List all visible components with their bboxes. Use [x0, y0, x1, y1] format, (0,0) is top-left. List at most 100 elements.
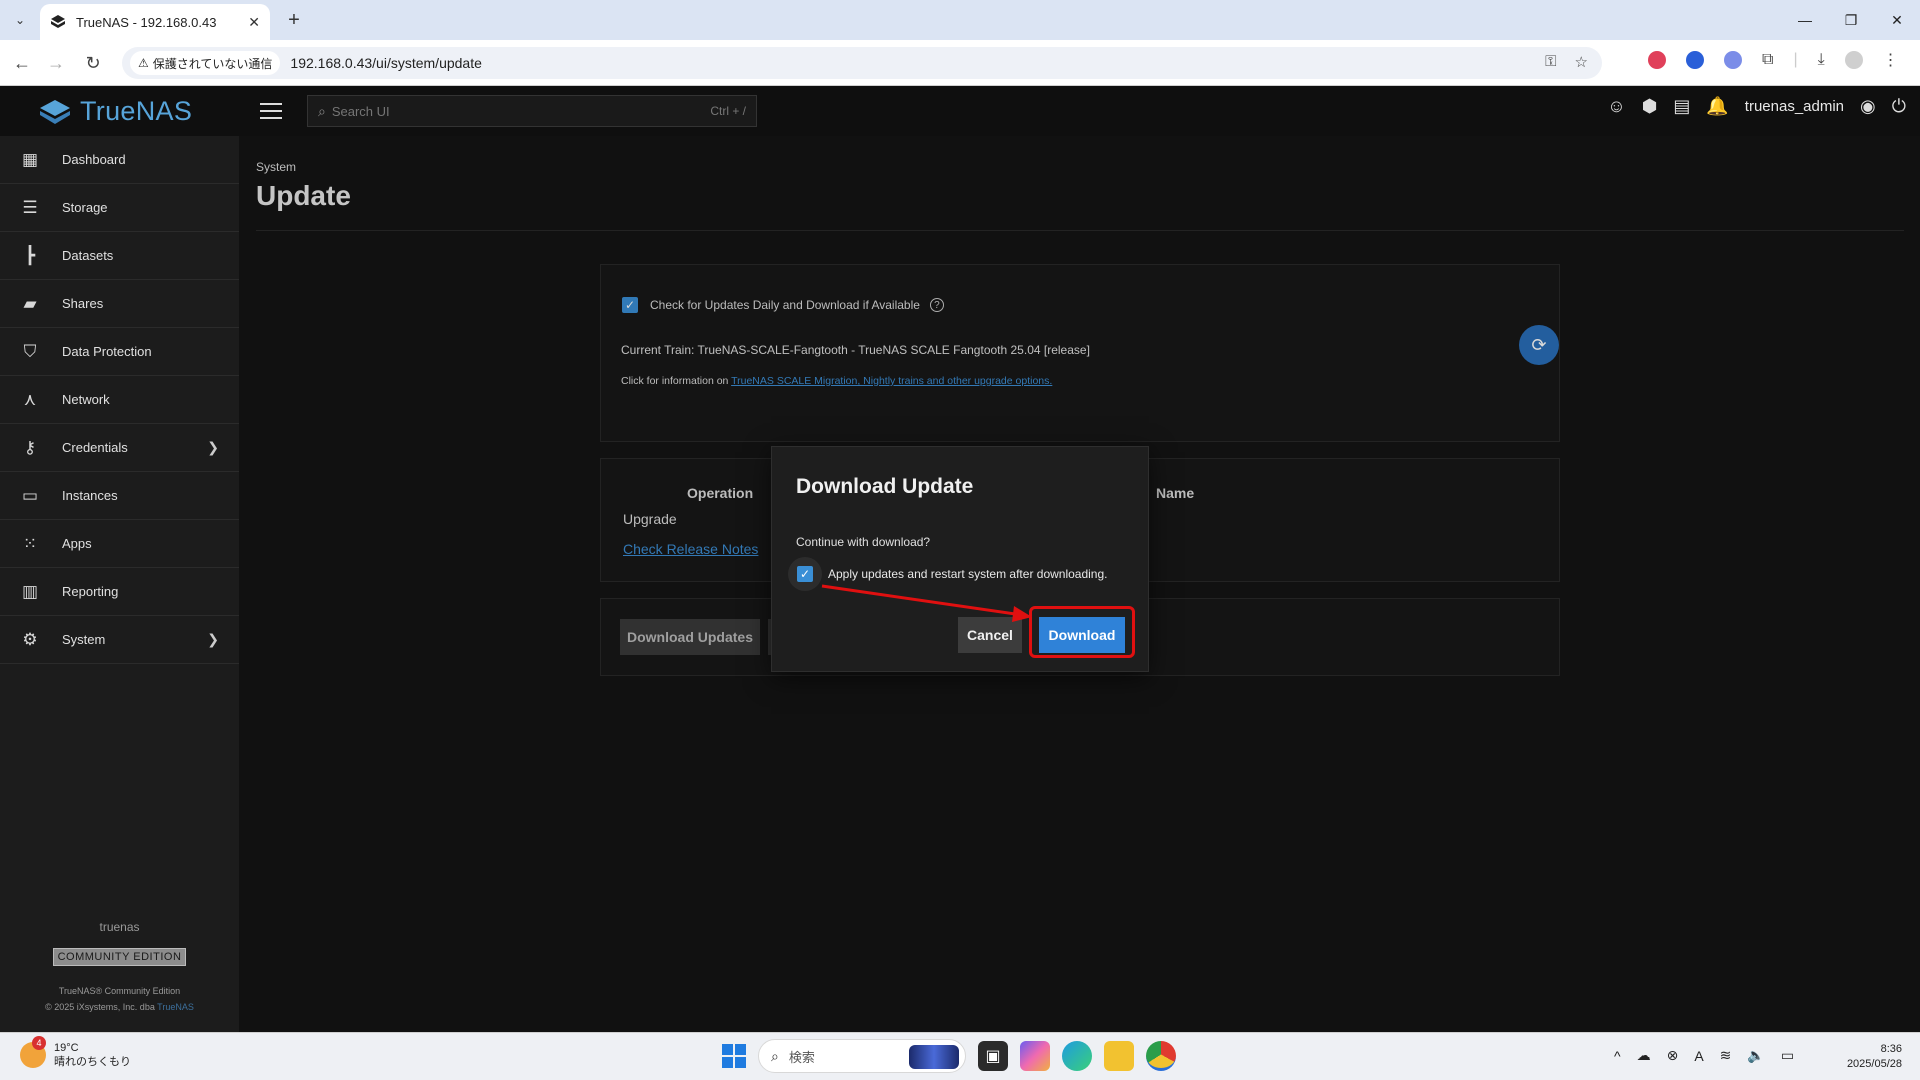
taskbar-apps: ⌕ 検索 ▣ — [722, 1039, 1176, 1073]
taskbar-search[interactable]: ⌕ 検索 — [758, 1039, 966, 1073]
sidebar-item-label: Datasets — [62, 248, 114, 263]
sidebar-item-credentials[interactable]: ⚷ Credentials ❯ — [0, 424, 239, 472]
pocket-extension-icon[interactable] — [1648, 51, 1666, 69]
task-view-icon[interactable]: ▣ — [978, 1041, 1008, 1071]
onedrive-cloud-icon[interactable]: ☁ — [1637, 1047, 1651, 1064]
sidebar-item-datasets[interactable]: ┣ Datasets — [0, 232, 239, 280]
volume-icon[interactable]: 🔈 — [1747, 1047, 1764, 1064]
truenas-logo[interactable]: TrueNAS — [38, 96, 192, 127]
wifi-icon[interactable]: ≋ — [1720, 1047, 1732, 1064]
security-indicator[interactable]: ⚠ 保護されていない通信 — [130, 51, 281, 75]
clock-date: 2025/05/28 — [1846, 1058, 1902, 1070]
feedback-smiley-icon[interactable]: ☺ — [1607, 96, 1625, 117]
forward-button[interactable]: → — [43, 50, 69, 76]
edition-badge: COMMUNITY EDITION — [52, 948, 187, 966]
battery-icon[interactable]: ▭ — [1781, 1047, 1794, 1064]
sidebar-item-storage[interactable]: ☰ Storage — [0, 184, 239, 232]
search-input[interactable] — [331, 103, 711, 119]
datasets-icon: ┣ — [24, 245, 36, 265]
dashboard-icon: ▦ — [21, 149, 39, 169]
sidebar-item-label: Reporting — [62, 584, 119, 599]
menu-toggle-button[interactable] — [260, 100, 282, 122]
sidebar-item-label: Storage — [62, 200, 108, 215]
sidebar-item-label: System — [62, 632, 106, 647]
profile-avatar-icon[interactable] — [1844, 51, 1863, 69]
download-icon[interactable]: ⤓ — [1818, 51, 1825, 69]
sidebar-item-apps[interactable]: ⁙ Apps — [0, 520, 239, 568]
sidebar-item-label: Apps — [62, 536, 92, 551]
chrome-icon[interactable] — [1146, 1041, 1176, 1071]
edge-browser-icon[interactable] — [1062, 1041, 1092, 1071]
restore-button[interactable]: ❐ — [1828, 0, 1874, 40]
sidebar-item-instances[interactable]: ▭ Instances — [0, 472, 239, 520]
chevron-right-icon: ❯ — [207, 439, 219, 455]
shares-icon: ▰ — [23, 293, 37, 313]
security-label: 保護されていない通信 — [152, 56, 273, 71]
search-shortcut-hint: Ctrl + / — [710, 104, 746, 118]
ime-icon[interactable]: A — [1694, 1048, 1703, 1064]
chevron-up-icon[interactable]: ^ — [1614, 1048, 1621, 1064]
search-ui-box[interactable]: ⌕ Ctrl + / — [307, 95, 757, 127]
reload-button[interactable]: ↻ — [80, 50, 106, 76]
app-tray-icon[interactable]: ⊗ — [1667, 1047, 1679, 1064]
back-button[interactable]: ← — [9, 50, 35, 76]
app-header: TrueNAS ⌕ Ctrl + / ☺ ⬢ ▤ 🔔 truenas_admin… — [0, 86, 1920, 136]
new-tab-button[interactable]: + — [282, 8, 306, 32]
copyright-line: © 2025 iXsystems, Inc. dba TrueNAS — [0, 1002, 239, 1012]
sidebar-item-system[interactable]: ⚙ System ❯ — [0, 616, 239, 664]
cancel-button[interactable]: Cancel — [958, 617, 1022, 653]
copilot-icon[interactable] — [1020, 1041, 1050, 1071]
close-icon[interactable]: ✕ — [248, 14, 260, 31]
power-icon[interactable]: ⏻ — [1892, 96, 1906, 117]
annotation-highlight-box — [1029, 606, 1135, 658]
shield-icon: ⛉ — [23, 341, 37, 361]
notifications-bell-icon[interactable]: 🔔 — [1706, 96, 1728, 117]
weather-desc: 晴れのちくもり — [54, 1056, 131, 1068]
truecommand-icon[interactable]: ⬢ — [1642, 96, 1658, 117]
puzzle-extensions-icon[interactable]: ⧉ — [1762, 51, 1773, 69]
chevron-down-icon: ⌄ — [14, 13, 26, 27]
header-actions: ☺ ⬢ ▤ 🔔 truenas_admin ◉ ⏻ — [1607, 96, 1906, 117]
taskbar-clock[interactable]: 8:36 2025/05/28 — [1838, 1042, 1902, 1072]
extension-icon[interactable] — [1686, 51, 1704, 69]
clock-time: 8:36 — [1880, 1043, 1902, 1055]
sidebar: ▦ Dashboard ☰ Storage ┣ Datasets ▰ Share… — [0, 136, 239, 1032]
bookmark-star-icon[interactable]: ☆ — [1575, 53, 1588, 71]
browser-tab[interactable]: TrueNAS - 192.168.0.43 ✕ — [40, 4, 270, 40]
sidebar-item-reporting[interactable]: ▥ Reporting — [0, 568, 239, 616]
truenas-link[interactable]: TrueNAS — [157, 1002, 194, 1012]
apply-updates-checkbox[interactable]: ✓ — [788, 557, 822, 591]
browser-toolbar: ← → ↻ ⚠ 保護されていない通信 192.168.0.43/ui/syste… — [0, 40, 1920, 86]
sidebar-item-dashboard[interactable]: ▦ Dashboard — [0, 136, 239, 184]
windows-start-icon[interactable] — [722, 1044, 746, 1068]
username-label: truenas_admin — [1744, 98, 1845, 115]
file-explorer-icon[interactable] — [1104, 1041, 1134, 1071]
jobs-clipboard-icon[interactable]: ▤ — [1673, 96, 1690, 117]
weather-temp: 19°C — [54, 1042, 79, 1054]
weather-widget[interactable]: 4 19°C 晴れのちくもり — [20, 1036, 131, 1069]
url-text: 192.168.0.43/ui/system/update — [290, 55, 482, 71]
truenas-favicon-icon — [51, 15, 65, 28]
sidebar-item-data-protection[interactable]: ⛉ Data Protection — [0, 328, 239, 376]
search-highlight-image — [909, 1045, 959, 1069]
tab-search-button[interactable]: ⌄ — [8, 8, 32, 32]
sidebar-item-network[interactable]: ⋏ Network — [0, 376, 239, 424]
account-circle-icon[interactable]: ◉ — [1860, 96, 1876, 117]
dialog-message: Continue with download? — [796, 535, 931, 549]
sidebar-item-label: Credentials — [62, 440, 128, 455]
bar-chart-icon: ▥ — [21, 581, 39, 601]
logo-text: TrueNAS — [80, 96, 193, 126]
window-close-button[interactable]: ✕ — [1874, 0, 1920, 40]
more-menu-icon[interactable]: ⋮ — [1883, 50, 1899, 70]
address-bar[interactable]: ⚠ 保護されていない通信 192.168.0.43/ui/system/upda… — [122, 47, 1602, 79]
sidebar-item-shares[interactable]: ▰ Shares — [0, 280, 239, 328]
extension-icons: ⧉ | ⤓ ⋮ — [1648, 50, 1899, 70]
minimize-button[interactable]: — — [1782, 0, 1828, 40]
lens-extension-icon[interactable] — [1724, 51, 1742, 69]
gear-icon: ⚙ — [22, 629, 38, 649]
copyright-text: © 2025 iXsystems, Inc. dba — [45, 1002, 155, 1012]
password-key-icon[interactable]: ⚿ — [1545, 53, 1556, 71]
key-icon: ⚷ — [23, 437, 37, 457]
laptop-icon: ▭ — [21, 485, 39, 505]
search-icon: ⌕ — [771, 1047, 779, 1064]
